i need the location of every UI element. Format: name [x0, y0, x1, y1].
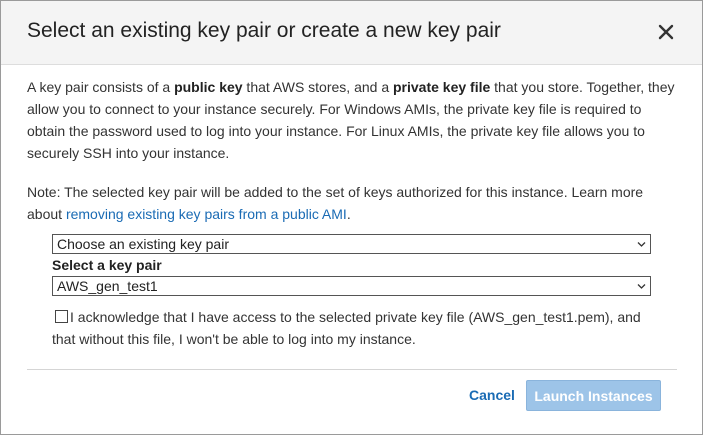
- close-icon: [658, 24, 674, 40]
- key-pair-select[interactable]: AWS_gen_test1: [52, 276, 651, 296]
- launch-instances-button[interactable]: Launch Instances: [526, 380, 661, 411]
- select-key-pair-label: Select a key pair: [52, 257, 162, 273]
- description-bold-public-key: public key: [174, 79, 243, 95]
- acknowledge-checkbox[interactable]: [55, 310, 68, 323]
- description-text-2: that AWS stores, and a: [242, 79, 393, 95]
- dialog-header: Select an existing key pair or create a …: [1, 1, 702, 65]
- cancel-button[interactable]: Cancel: [469, 387, 515, 403]
- close-button[interactable]: [653, 19, 679, 45]
- description-text-1: A key pair consists of a: [27, 79, 175, 95]
- key-pair-description: A key pair consists of a public key that…: [27, 76, 677, 164]
- note-suffix: .: [346, 206, 351, 222]
- dialog-title: Select an existing key pair or create a …: [27, 19, 501, 42]
- acknowledge-text: I acknowledge that I have access to the …: [52, 309, 641, 347]
- note-paragraph: Note: The selected key pair will be adde…: [27, 181, 677, 225]
- key-pair-select-value: AWS_gen_test1: [57, 278, 158, 294]
- footer-divider: [27, 369, 677, 370]
- key-pair-dialog: Select an existing key pair or create a …: [0, 0, 703, 435]
- description-bold-private-key-file: private key file: [393, 79, 491, 95]
- acknowledge-row: I acknowledge that I have access to the …: [52, 306, 662, 350]
- key-pair-mode-value: Choose an existing key pair: [57, 236, 229, 252]
- chevron-down-icon: [637, 242, 646, 247]
- key-pair-mode-select[interactable]: Choose an existing key pair: [52, 234, 651, 254]
- removing-key-pairs-link[interactable]: removing existing key pairs from a publi…: [66, 206, 347, 222]
- chevron-down-icon: [637, 284, 646, 289]
